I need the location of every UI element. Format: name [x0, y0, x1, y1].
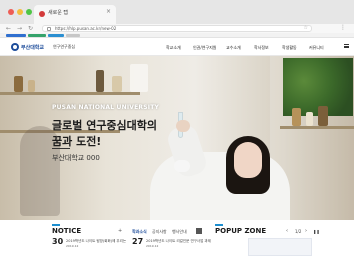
- grid-icon[interactable]: [196, 228, 202, 234]
- nav-item-faculty[interactable]: 교수소개: [226, 45, 241, 51]
- notice-day: 27: [132, 237, 144, 246]
- lab-bottle: [14, 76, 23, 92]
- tab-dept-news[interactable]: 학과소식: [132, 229, 147, 235]
- hero-caption: 부산대학교 000: [52, 154, 100, 162]
- popup-accent-bar: [215, 224, 223, 226]
- notice-date: 2019.12: [146, 244, 159, 248]
- researcher-hand: [176, 120, 190, 132]
- popup-prev-icon[interactable]: ‹: [286, 228, 288, 234]
- tab-events[interactable]: 행사안내: [172, 229, 187, 235]
- university-emblem-icon[interactable]: [11, 43, 19, 51]
- url-text: https://hlp.pusan.ac.kr/new-02: [55, 26, 117, 31]
- minimize-window-icon[interactable]: [17, 9, 23, 15]
- logo-name[interactable]: 부산대학교: [21, 44, 44, 51]
- browser-tab[interactable]: 새로운 탭 ×: [34, 5, 116, 24]
- nav-item-student[interactable]: 학생활동: [282, 45, 297, 51]
- tab-close-icon[interactable]: ×: [106, 8, 111, 15]
- nav-item-academics[interactable]: 학사정보: [254, 45, 269, 51]
- lab-bottle: [96, 70, 104, 92]
- utility-link[interactable]: [6, 34, 26, 37]
- utility-link[interactable]: [28, 34, 46, 37]
- notice-date: 2019.12: [66, 244, 79, 248]
- utility-link[interactable]: [48, 34, 64, 37]
- lab-bottle: [292, 108, 301, 126]
- lab-bottle: [318, 106, 328, 126]
- menu-icon[interactable]: [344, 44, 349, 48]
- lab-bottle: [306, 112, 313, 126]
- utility-link[interactable]: [66, 34, 80, 37]
- logo-subtitle: 연구연구중심: [53, 44, 76, 49]
- bookmark-star-icon[interactable]: ☆: [304, 25, 308, 31]
- hero-kicker: PUSAN NATIONAL UNIVERSITY: [52, 104, 160, 111]
- maximize-window-icon[interactable]: [26, 9, 32, 15]
- popup-zone-title: POPUP ZONE: [215, 227, 267, 235]
- notice-more-button[interactable]: +: [118, 228, 122, 234]
- reload-icon[interactable]: ↻: [28, 25, 33, 32]
- lab-bottle: [112, 76, 122, 92]
- popup-pause-icon[interactable]: ❚❚: [313, 229, 320, 234]
- lab-glassware: [130, 64, 148, 92]
- browser-window: 새로운 탭 × ← → ↻ https://hlp.pusan.ac.kr/ne…: [0, 0, 354, 256]
- tab-strip: 새로운 탭 ×: [0, 0, 354, 24]
- popup-next-icon[interactable]: ›: [305, 228, 307, 234]
- lab-bottle: [28, 80, 35, 92]
- hero-title-line2: 꿈과 도전!: [52, 135, 102, 148]
- nav-item-about[interactable]: 학교소개: [166, 45, 181, 51]
- tab-announcements[interactable]: 공지사항: [152, 229, 167, 235]
- researcher-glove: [174, 160, 190, 172]
- lab-shelf: [0, 92, 140, 95]
- lock-icon: [47, 27, 51, 31]
- favicon-icon: [39, 11, 45, 17]
- address-bar: ← → ↻ https://hlp.pusan.ac.kr/new-02 ☆ ⋮: [0, 24, 354, 33]
- nav-item-community[interactable]: 커뮤니티: [309, 45, 324, 51]
- hero-divider: [52, 148, 70, 149]
- back-icon[interactable]: ←: [6, 25, 11, 32]
- lab-shelf: [280, 126, 354, 129]
- site-header: 부산대학교 연구연구중심 학교소개 인권/연구지원 교수소개 학사정보 학생활동…: [0, 38, 354, 56]
- notice-title: NOTICE: [52, 227, 82, 235]
- nav-item-research[interactable]: 인권/연구지원: [193, 45, 216, 51]
- popup-counter: 1/2: [295, 229, 302, 234]
- researcher-face: [234, 142, 262, 178]
- hero-title-line1: 글로벌 연구중심대학의: [52, 119, 158, 132]
- url-input[interactable]: https://hlp.pusan.ac.kr/new-02 ☆: [42, 25, 312, 32]
- notice-accent-bar: [52, 224, 60, 226]
- tab-title: 새로운 탭: [48, 10, 68, 16]
- notice-day: 30: [52, 237, 64, 246]
- browser-menu-icon[interactable]: ⋮: [340, 24, 346, 31]
- forward-icon[interactable]: →: [17, 25, 22, 32]
- close-window-icon[interactable]: [8, 9, 14, 15]
- popup-thumbnail[interactable]: [248, 238, 312, 256]
